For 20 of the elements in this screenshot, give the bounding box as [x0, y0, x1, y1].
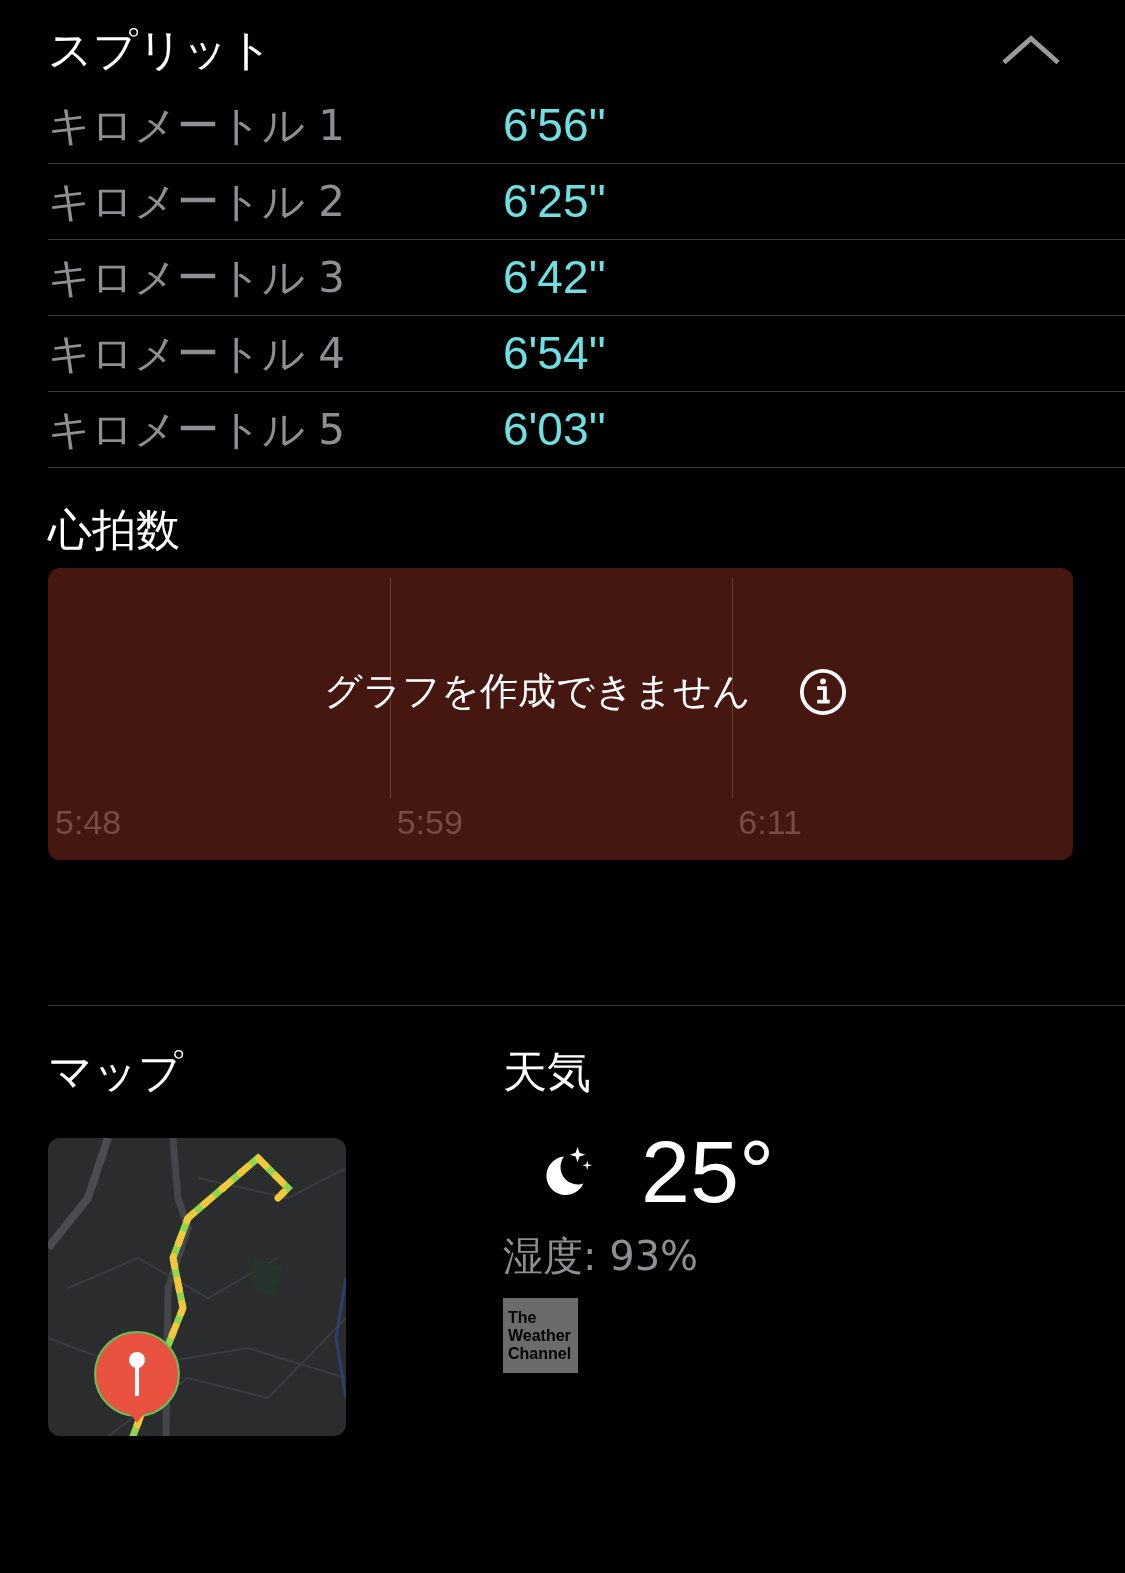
split-label: キロメートル 4 [48, 328, 347, 380]
split-pace: 6'42'' [503, 250, 607, 305]
split-pace: 6'03'' [503, 402, 607, 457]
split-pace: 6'54'' [503, 326, 607, 381]
section-title: 天気 [503, 1045, 592, 1099]
temperature: 25° [641, 1122, 775, 1222]
chevron-icon [1002, 35, 1060, 65]
chart-message: グラフを作成できません [323, 668, 751, 715]
weather-logo: The Weather Channel [503, 1298, 578, 1373]
split-pace: 6'25'' [503, 174, 607, 229]
section-title: マップ [48, 1045, 184, 1099]
split-label: キロメートル 2 [48, 176, 347, 228]
section-title: スプリット [48, 23, 273, 77]
split-label: キロメートル 3 [48, 252, 347, 304]
split-label: キロメートル 5 [48, 404, 347, 456]
section-title: 心拍数 [48, 503, 181, 557]
info-icon[interactable] [799, 667, 847, 716]
split-label: キロメートル 1 [48, 100, 347, 152]
humidity: 湿度: 93% [503, 1232, 700, 1281]
split-pace: 6'56'' [503, 98, 607, 153]
